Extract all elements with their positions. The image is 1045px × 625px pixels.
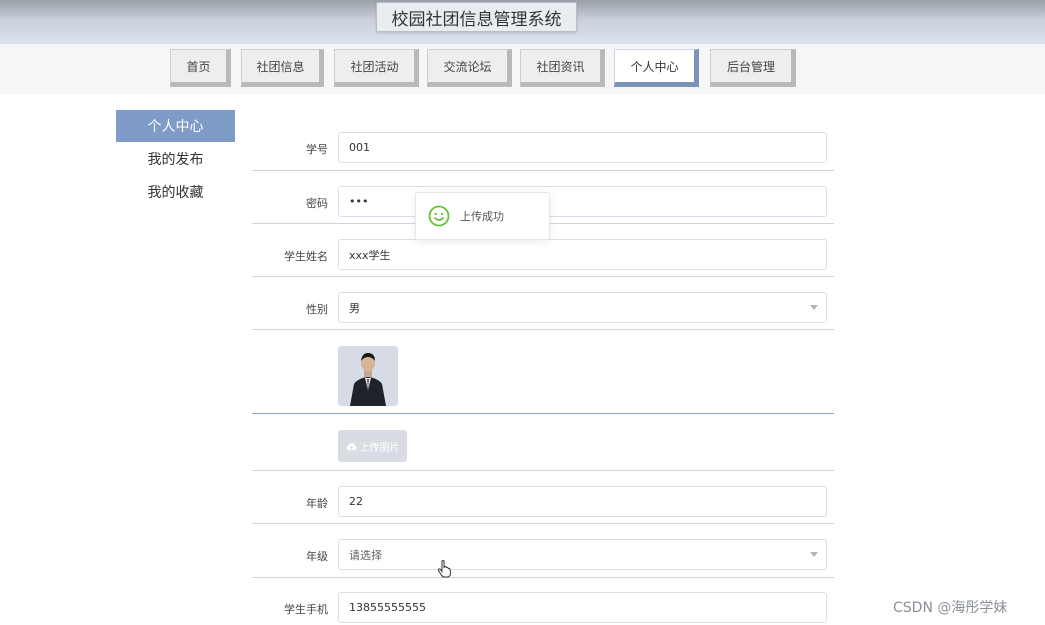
sidebar-item-my-posts[interactable]: 我的发布 bbox=[116, 143, 235, 175]
watermark: CSDN @海彤学妹 bbox=[893, 600, 1008, 616]
password-label: 密码 bbox=[306, 197, 328, 210]
upload-image-label: 上传图片 bbox=[359, 442, 400, 454]
phone-value: 13855555555 bbox=[349, 601, 426, 614]
sidebar-item-personal-center[interactable]: 个人中心 bbox=[116, 110, 235, 142]
app-title: 校园社团信息管理系统 bbox=[376, 2, 577, 32]
row-divider bbox=[252, 413, 834, 414]
student-name-input[interactable]: xxx学生 bbox=[338, 239, 827, 270]
success-toast: 上传成功 bbox=[415, 192, 550, 240]
phone-label: 学生手机 bbox=[284, 603, 328, 616]
phone-input[interactable]: 13855555555 bbox=[338, 592, 827, 623]
gender-value: 男 bbox=[349, 301, 360, 315]
nav-forum[interactable]: 交流论坛 bbox=[427, 49, 512, 87]
nav-club-activities[interactable]: 社团活动 bbox=[334, 49, 419, 87]
age-label: 年龄 bbox=[306, 497, 328, 510]
gender-label: 性别 bbox=[306, 303, 328, 316]
age-input[interactable]: 22 bbox=[338, 486, 827, 517]
student-id-value: 001 bbox=[349, 141, 370, 154]
row-divider bbox=[252, 170, 834, 171]
hand-cursor-icon bbox=[437, 560, 452, 578]
row-divider bbox=[252, 577, 834, 578]
nav-personal-center[interactable]: 个人中心 bbox=[614, 49, 699, 87]
avatar bbox=[338, 346, 398, 406]
upload-image-button[interactable]: 上传图片 bbox=[338, 430, 407, 462]
nav-home[interactable]: 首页 bbox=[170, 49, 231, 87]
nav-club-news[interactable]: 社团资讯 bbox=[520, 49, 605, 87]
row-divider bbox=[252, 276, 834, 277]
student-id-input[interactable]: 001 bbox=[338, 132, 827, 163]
person-photo bbox=[338, 346, 398, 406]
student-name-value: xxx学生 bbox=[349, 248, 391, 262]
student-id-label: 学号 bbox=[306, 143, 328, 156]
toast-message: 上传成功 bbox=[460, 210, 504, 223]
nav-admin[interactable]: 后台管理 bbox=[710, 49, 796, 87]
row-divider bbox=[252, 523, 834, 524]
chevron-down-icon bbox=[810, 305, 818, 310]
chevron-down-icon bbox=[810, 552, 818, 557]
password-value: ••• bbox=[349, 195, 369, 208]
password-input[interactable]: ••• bbox=[338, 186, 827, 217]
nav-club-info[interactable]: 社团信息 bbox=[241, 49, 324, 87]
row-divider bbox=[252, 329, 834, 330]
sidebar-item-my-favorites[interactable]: 我的收藏 bbox=[116, 176, 235, 208]
grade-select[interactable]: 请选择 bbox=[338, 539, 827, 570]
age-value: 22 bbox=[349, 495, 363, 508]
cloud-upload-icon bbox=[345, 442, 357, 450]
gender-select[interactable]: 男 bbox=[338, 292, 827, 323]
grade-label: 年级 bbox=[306, 550, 328, 563]
grade-placeholder: 请选择 bbox=[349, 548, 382, 562]
student-name-label: 学生姓名 bbox=[284, 250, 328, 263]
row-divider bbox=[252, 470, 834, 471]
smile-icon bbox=[428, 205, 450, 227]
